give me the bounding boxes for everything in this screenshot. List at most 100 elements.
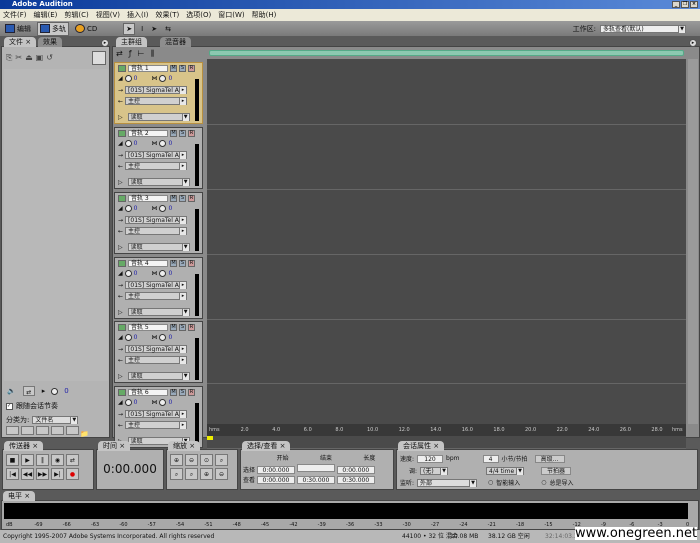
follow-session-tempo[interactable]: ✓ 跟随会话节奏 bbox=[6, 401, 58, 411]
automation-mode-select[interactable]: 读取 ▼ bbox=[127, 308, 190, 316]
tab-selection-view[interactable]: 选择/查看 × bbox=[242, 441, 291, 451]
track-name-field[interactable]: 音轨 1 bbox=[128, 65, 168, 72]
smart-input-radio[interactable]: ○ bbox=[488, 479, 493, 486]
solo-button[interactable]: S bbox=[179, 195, 186, 202]
menu-help[interactable]: 帮助(H) bbox=[252, 9, 277, 21]
track-name-field[interactable]: 音轨 2 bbox=[128, 130, 168, 137]
loop-icon[interactable]: ⇄ bbox=[22, 386, 35, 396]
track-lane[interactable] bbox=[207, 127, 686, 190]
volume-knob[interactable] bbox=[124, 140, 132, 147]
track-header[interactable]: 音轨 2MSR ◢ 0 ⋈ 0 → [01S] SigmaTel Au ▸ ← 主控 ▸ ▷ 读… bbox=[114, 127, 203, 189]
menu-options[interactable]: 选项(O) bbox=[186, 9, 211, 21]
output-select[interactable]: 主控 ▸ bbox=[125, 292, 188, 300]
expand-icon[interactable]: ▷ bbox=[118, 179, 123, 186]
pan-value[interactable]: 0 bbox=[168, 75, 172, 82]
loop-button[interactable]: ⇄ bbox=[66, 454, 79, 466]
record-arm-button[interactable]: R bbox=[188, 260, 195, 267]
track-color-icon[interactable] bbox=[118, 130, 126, 137]
tab-main-group[interactable]: 主群组 bbox=[116, 37, 147, 47]
zoom-in-vertical-icon[interactable]: ⊕ bbox=[200, 468, 213, 480]
automation-mode-select[interactable]: 读取 ▼ bbox=[127, 178, 190, 186]
menu-clip[interactable]: 剪辑(C) bbox=[64, 9, 88, 21]
sort-select[interactable]: 文件名 ▼ bbox=[32, 416, 79, 424]
track-name-field[interactable]: 音轨 4 bbox=[128, 260, 168, 267]
pause-button[interactable]: ‖ bbox=[36, 454, 49, 466]
track-lane[interactable] bbox=[207, 257, 686, 320]
menu-insert[interactable]: 插入(I) bbox=[127, 9, 149, 21]
pan-knob[interactable] bbox=[159, 334, 167, 341]
track-header[interactable]: 音轨 5MSR ◢ 0 ⋈ 0 → [01S] SigmaTel Au ▸ ← 主控 ▸ ▷ 读… bbox=[114, 321, 203, 383]
time-signature-select[interactable]: 4/4 time ▼ bbox=[486, 466, 525, 475]
filter-loop-icon[interactable] bbox=[21, 426, 34, 435]
always-import-radio[interactable]: ○ bbox=[541, 479, 546, 486]
tab-transport[interactable]: 传送器 × bbox=[4, 441, 44, 451]
output-select[interactable]: 主控 ▸ bbox=[125, 97, 188, 105]
hybrid-tool[interactable]: ➤ bbox=[149, 24, 159, 34]
mute-button[interactable]: M bbox=[170, 389, 177, 396]
automation-mode-select[interactable]: 读取 ▼ bbox=[127, 372, 190, 380]
pan-knob[interactable] bbox=[159, 399, 167, 406]
tab-effects[interactable]: 效果 bbox=[38, 37, 62, 47]
volume-value[interactable]: 0 bbox=[134, 399, 138, 406]
pan-knob[interactable] bbox=[159, 75, 167, 82]
selection-start-field[interactable]: 0:00.000 bbox=[256, 466, 295, 474]
automation-mode-select[interactable]: 读取 ▼ bbox=[127, 113, 190, 121]
time-selection-tool[interactable]: I bbox=[139, 24, 145, 34]
play-button[interactable]: ▶ bbox=[21, 454, 34, 466]
track-header[interactable]: 音轨 3MSR ◢ 0 ⋈ 0 → [01S] SigmaTel Au ▸ ← 主控 ▸ ▷ 读… bbox=[114, 192, 203, 254]
record-arm-button[interactable]: R bbox=[188, 130, 195, 137]
volume-value[interactable]: 0 bbox=[134, 140, 138, 147]
zoom-right-icon[interactable]: ⌕ bbox=[185, 468, 198, 480]
zoom-full-icon[interactable]: ⊙ bbox=[200, 454, 213, 466]
automation-mode-select[interactable]: 读取 ▼ bbox=[127, 243, 190, 251]
mute-button[interactable]: M bbox=[170, 130, 177, 137]
track-color-icon[interactable] bbox=[118, 65, 126, 72]
tab-zoom[interactable]: 缩放 × bbox=[168, 441, 201, 451]
filter-midi-icon[interactable] bbox=[51, 426, 64, 435]
timeline-ruler[interactable]: hms 2.0 4.0 6.0 8.0 10.0 12.0 14.0 16.0 18.0 20.0 2… bbox=[207, 424, 686, 436]
volume-knob[interactable] bbox=[124, 334, 132, 341]
play-to-end-button[interactable]: ◉ bbox=[51, 454, 64, 466]
volume-value[interactable]: 0 bbox=[134, 334, 138, 341]
input-select[interactable]: [01S] SigmaTel Au ▸ bbox=[125, 216, 188, 224]
files-toolbar-icons[interactable]: ⎘✂⏏▣↺ bbox=[6, 53, 56, 63]
filter-video-icon[interactable] bbox=[36, 426, 49, 435]
output-select[interactable]: 主控 ▸ bbox=[125, 162, 188, 170]
input-select[interactable]: [01S] SigmaTel Au ▸ bbox=[125, 410, 188, 418]
scrub-tool[interactable]: ⇆ bbox=[163, 24, 173, 34]
solo-button[interactable]: S bbox=[179, 65, 186, 72]
expand-icon[interactable]: ▷ bbox=[118, 244, 123, 251]
monitor-select[interactable]: 外部 ▼ bbox=[417, 478, 478, 487]
close-button[interactable]: × bbox=[690, 1, 698, 8]
multitrack-view-button[interactable]: 多轨 bbox=[37, 21, 69, 36]
zoom-left-icon[interactable]: ⌕ bbox=[170, 468, 183, 480]
input-select[interactable]: [01S] SigmaTel Au ▸ bbox=[125, 281, 188, 289]
zoom-out-horizontal-icon[interactable]: ⊖ bbox=[185, 454, 198, 466]
volume-value[interactable]: 0 bbox=[134, 270, 138, 277]
edit-view-button[interactable]: 编辑 bbox=[3, 23, 33, 35]
zoom-selection-icon[interactable]: ⌕ bbox=[215, 454, 228, 466]
playhead-marker[interactable] bbox=[207, 436, 213, 440]
menu-effects[interactable]: 效果(T) bbox=[156, 9, 180, 21]
cd-view-button[interactable]: CD bbox=[73, 23, 99, 34]
tab-files[interactable]: 文件 × bbox=[4, 37, 37, 47]
track-controls-toolbar[interactable]: ⇄ƒ⊢⫼ bbox=[116, 49, 160, 59]
record-arm-button[interactable]: R bbox=[188, 389, 195, 396]
mute-button[interactable]: M bbox=[170, 65, 177, 72]
go-to-end-button[interactable]: ▶| bbox=[51, 468, 64, 480]
solo-button[interactable]: S bbox=[179, 130, 186, 137]
tempo-field[interactable]: 120 bbox=[417, 454, 444, 463]
volume-knob[interactable] bbox=[124, 399, 132, 406]
track-color-icon[interactable] bbox=[118, 260, 126, 267]
mute-button[interactable]: M bbox=[170, 260, 177, 267]
track-lane[interactable] bbox=[207, 386, 686, 449]
track-color-icon[interactable] bbox=[118, 389, 126, 396]
play-icon[interactable]: ▸ bbox=[42, 387, 46, 395]
go-to-start-button[interactable]: |◀ bbox=[6, 468, 19, 480]
volume-knob[interactable] bbox=[124, 75, 132, 82]
advanced-button[interactable]: 高级... bbox=[534, 454, 565, 463]
track-lane[interactable] bbox=[207, 62, 686, 125]
volume-value[interactable]: 0 bbox=[64, 387, 68, 395]
expand-icon[interactable]: ▷ bbox=[118, 373, 123, 380]
selection-end-field[interactable] bbox=[296, 464, 335, 472]
